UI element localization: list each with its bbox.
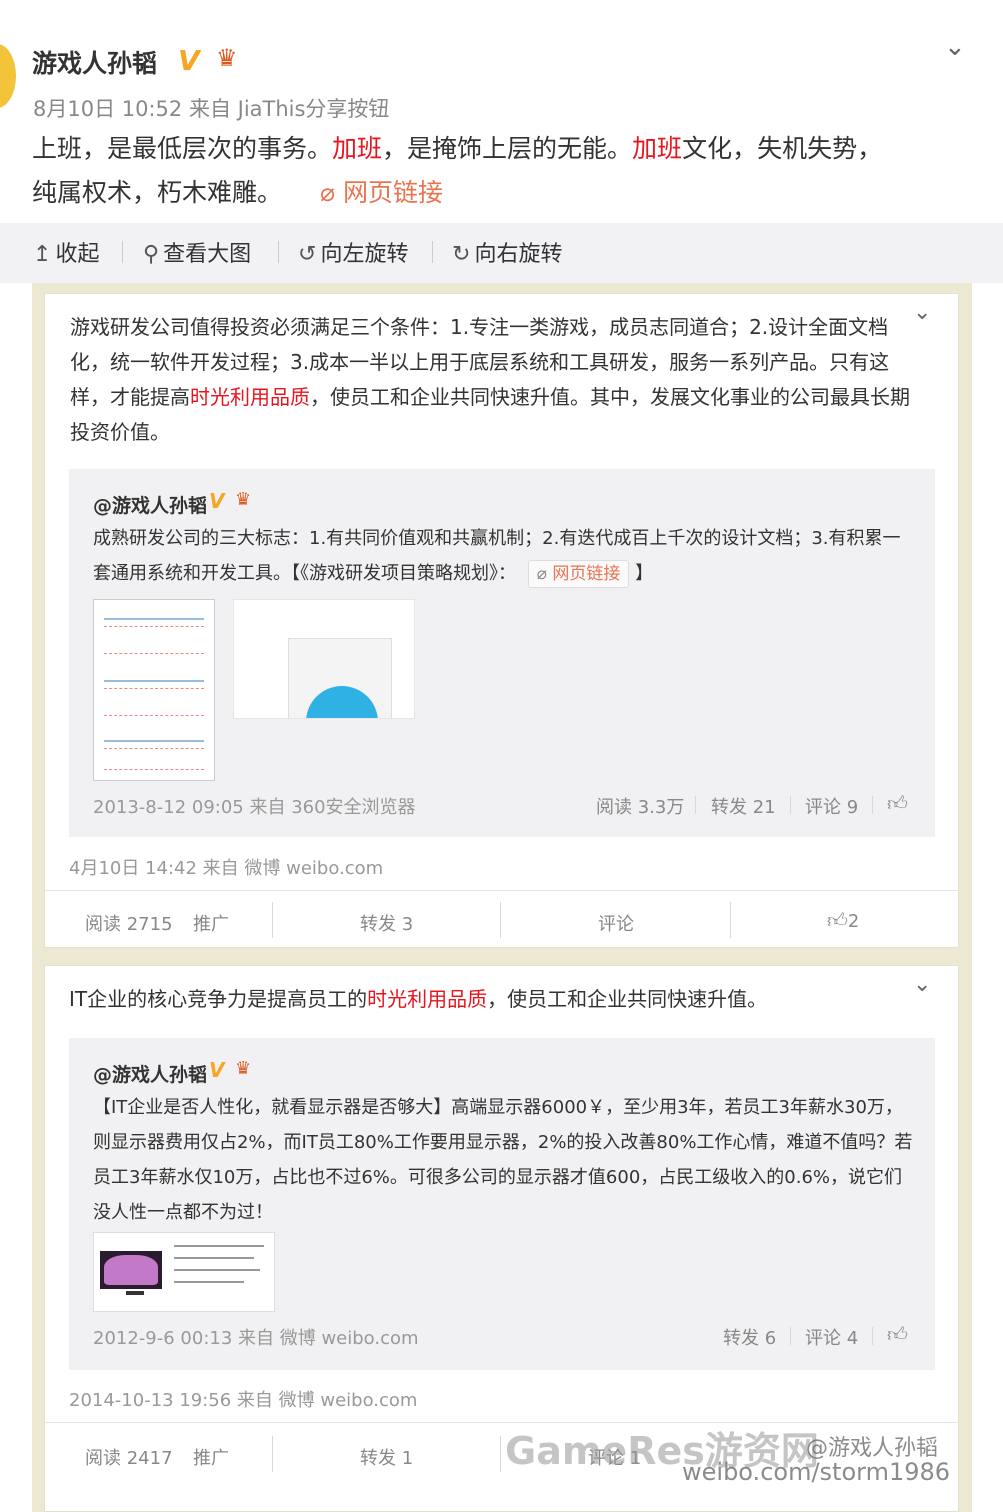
collapse-button[interactable]: ↥ 收起: [33, 236, 99, 268]
quoted-repost[interactable]: 转发 6: [723, 1324, 776, 1350]
quoted-post: @游戏人孙韬 V ♛ 成熟研发公司的三大标志：1.有共同价值观和共赢机制；2.有…: [69, 469, 935, 837]
quoted-meta: 2012-9-6 00:13 来自 微博 weibo.com: [93, 1328, 419, 1349]
like-button[interactable]: 👍︎2: [827, 908, 859, 933]
thumbs-up-icon[interactable]: 👍︎: [887, 791, 908, 816]
rotate-right-icon: ↻: [452, 242, 471, 267]
quoted-reads: 阅读 3.3万: [596, 797, 685, 818]
view-large-button[interactable]: ⚲ 查看大图: [143, 236, 251, 268]
card-meta: 4月10日 14:42 来自 微博 weibo.com: [69, 858, 384, 879]
reads-count: 阅读 2715: [85, 914, 173, 935]
verified-icon: V: [178, 44, 200, 77]
quoted-repost[interactable]: 转发 21: [711, 793, 776, 819]
weibo-card: ⌄ 游戏研发公司值得投资必须满足三个条件：1.专注一类游戏，成员志同道合；2.设…: [44, 293, 959, 948]
rotate-left-icon: ↺: [298, 242, 317, 267]
card-text: IT企业的核心竞争力是提高员工的时光利用品质，使员工和企业共同快速升值。: [69, 987, 768, 1011]
verified-icon: V: [209, 489, 225, 513]
image-toolbar: ↥ 收起 ⚲ 查看大图 ↺ 向左旋转 ↻ 向右旋转: [0, 223, 1003, 283]
search-icon: ⚲: [143, 242, 160, 267]
thumbs-up-icon: 👍︎: [827, 908, 848, 932]
thumbs-up-icon[interactable]: 👍︎: [887, 1322, 908, 1347]
web-link[interactable]: ⌀ 网页链接: [320, 178, 443, 207]
quoted-author[interactable]: @游戏人孙韬: [93, 491, 207, 518]
collapse-icon: ↥: [33, 242, 52, 267]
avatar[interactable]: [0, 44, 16, 108]
quoted-comment[interactable]: 评论 9: [805, 793, 858, 819]
verified-icon: V: [209, 1058, 225, 1082]
chevron-down-icon[interactable]: ⌄: [913, 302, 931, 324]
link-icon: ⌀: [319, 178, 336, 207]
link-icon: ⌀: [536, 564, 547, 584]
author-name[interactable]: 游戏人孙韬: [32, 44, 157, 80]
screenshot-image: ⌄ 游戏研发公司值得投资必须满足三个条件：1.专注一类游戏，成员志同道合；2.设…: [32, 283, 972, 1512]
promote-button[interactable]: 推广: [193, 1444, 229, 1470]
quoted-text: 成熟研发公司的三大标志：1.有共同价值观和共赢机制；2.有迭代成百上千次的设计文…: [93, 521, 913, 592]
url-watermark: weibo.com/storm1986: [682, 1458, 951, 1486]
repost-button[interactable]: 转发 1: [360, 1444, 413, 1470]
document-thumbnail[interactable]: [93, 599, 215, 781]
link-card-thumbnail[interactable]: [233, 599, 415, 719]
card-text: 游戏研发公司值得投资必须满足三个条件：1.专注一类游戏，成员志同道合；2.设计全…: [70, 315, 910, 444]
quoted-post: @游戏人孙韬 V ♛ 【IT企业是否人性化，就看显示器是否够大】高端显示器600…: [69, 1038, 935, 1370]
rotate-right-button[interactable]: ↻ 向右旋转: [452, 236, 562, 268]
vip-crown-icon: ♛: [235, 489, 252, 510]
quoted-comment[interactable]: 评论 4: [805, 1324, 858, 1350]
repost-button[interactable]: 转发 3: [360, 910, 413, 936]
monitor-ad-thumbnail[interactable]: [93, 1232, 275, 1312]
reads-count: 阅读 2417: [85, 1448, 173, 1469]
quoted-meta: 2013-8-12 09:05 来自 360安全浏览器: [93, 797, 416, 818]
comment-button[interactable]: 评论: [598, 910, 634, 936]
post-text: 上班，是最低层次的事务。加班，是掩饰上层的无能。加班文化，失机失势， 纯属权术，…: [32, 134, 883, 207]
vip-crown-icon: ♛: [216, 44, 238, 72]
quoted-text: 【IT企业是否人性化，就看显示器是否够大】高端显示器6000￥，至少用3年，若员…: [93, 1097, 913, 1223]
post-meta: 8月10日 10:52 来自 JiaThis分享按钮: [33, 97, 390, 121]
rotate-left-button[interactable]: ↺ 向左旋转: [298, 236, 408, 268]
promote-button[interactable]: 推广: [193, 910, 229, 936]
chevron-down-icon[interactable]: ⌄: [913, 974, 931, 996]
chevron-down-icon[interactable]: ⌄: [944, 34, 966, 60]
vip-crown-icon: ♛: [235, 1058, 252, 1079]
card-meta: 2014-10-13 19:56 来自 微博 weibo.com: [69, 1390, 418, 1411]
quoted-author[interactable]: @游戏人孙韬: [93, 1060, 207, 1087]
web-link[interactable]: ⌀ 网页链接: [527, 560, 630, 588]
